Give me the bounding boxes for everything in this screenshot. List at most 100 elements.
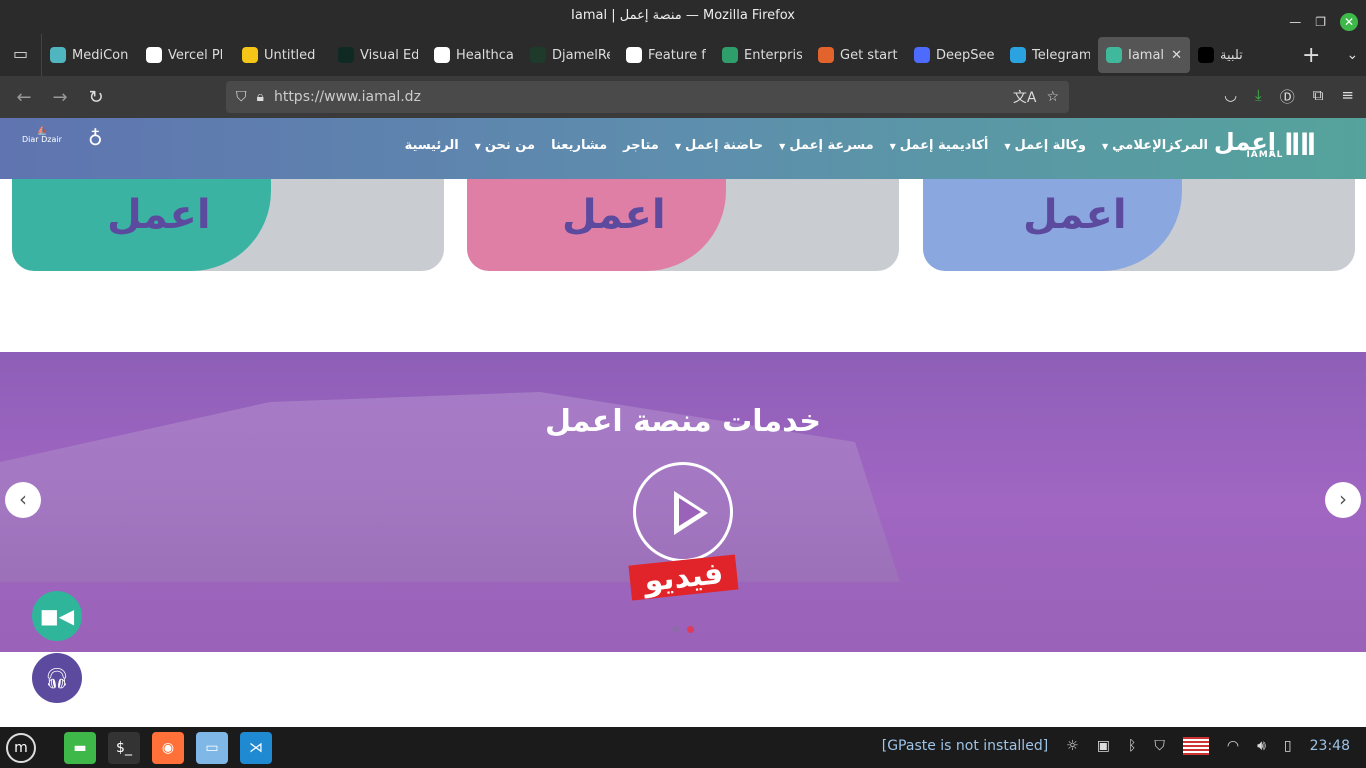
bluetooth-icon[interactable]: ᛒ	[1128, 738, 1136, 754]
caret-down-icon: ▼	[1101, 142, 1109, 151]
tab-label: Get start	[840, 47, 898, 63]
translate-icon[interactable]: 文A	[1013, 87, 1037, 107]
menu-item[interactable]: وكالة إعمل▼	[1004, 138, 1086, 153]
tab-favicon-icon	[50, 47, 66, 63]
iamal-logo[interactable]: إعمل ǁǁ IAMAL	[1214, 128, 1316, 160]
tab-label: Enterpris	[744, 47, 802, 63]
slider-prev-button[interactable]: ‹	[5, 482, 41, 518]
diar-dzair-logo: ⛵ Diar Dzair	[22, 126, 62, 144]
files-icon[interactable]: ▬	[64, 731, 96, 764]
play-video-button[interactable]	[633, 462, 733, 562]
url-bar[interactable]: ⛉ 🔒︎ https://www.iamal.dz 文A ☆	[226, 81, 1069, 113]
menu-item[interactable]: أكاديمية إعمل▼	[890, 138, 989, 153]
nav-bar: ← → ↻ ⛉ 🔒︎ https://www.iamal.dz 文A ☆ ◡ ⤓…	[0, 76, 1366, 118]
firefox-icon[interactable]: ◉	[152, 731, 184, 764]
caret-down-icon: ▼	[889, 142, 896, 151]
tab-favicon-icon	[146, 47, 162, 63]
terminal-icon[interactable]: $_	[108, 731, 140, 764]
download-icon[interactable]: ⤓	[1255, 86, 1262, 107]
browser-tab[interactable]: MediCon	[42, 37, 138, 73]
menu-icon[interactable]: ≡	[1341, 86, 1354, 107]
tab-label: DjamelRe	[552, 47, 610, 63]
sleep-inhibit-icon[interactable]: ▣	[1097, 738, 1110, 754]
menu-item-label: المركزالإعلامي	[1112, 138, 1208, 153]
close-button[interactable]: ✕	[1340, 13, 1358, 31]
tab-label: Vercel Pl	[168, 47, 224, 63]
volume-icon[interactable]: 🔊︎	[1257, 738, 1266, 754]
tab-close-icon[interactable]: ✕	[1171, 48, 1182, 63]
menu-item-label: حاضنة إعمل	[684, 138, 764, 153]
browser-tab[interactable]: Iamal | ✕	[1098, 37, 1190, 73]
tab-label: Healthca	[456, 47, 514, 63]
menu-item[interactable]: حاضنة إعمل▼	[675, 138, 763, 153]
browser-tab[interactable]: Feature f	[618, 37, 714, 73]
tab-label: Visual Ed	[360, 47, 418, 63]
tab-favicon-icon	[914, 47, 930, 63]
tab-label: تلبية	[1220, 47, 1243, 63]
browser-tab[interactable]: DjamelRe	[522, 37, 618, 73]
support-headset-button[interactable]: 🎧︎	[32, 653, 82, 703]
account-avatar[interactable]: Ⓓ	[1280, 86, 1295, 107]
browser-tab[interactable]: Enterpris	[714, 37, 810, 73]
browser-tab[interactable]: DeepSee	[906, 37, 1002, 73]
menu-item-label: مشاريعنا	[551, 138, 608, 153]
tab-label: Telegram	[1032, 47, 1090, 63]
new-tab-button[interactable]: +	[1302, 43, 1320, 68]
brightness-icon[interactable]: ☼	[1066, 738, 1079, 754]
browser-tab[interactable]: تلبية	[1190, 37, 1286, 73]
reload-button[interactable]: ↻	[78, 87, 114, 108]
slider-dot-active[interactable]	[687, 626, 694, 633]
video-call-button[interactable]: ■◀	[32, 591, 82, 641]
tab-bar: ▭ MediCon Vercel Pl Untitled Visual Ed Healt…	[0, 34, 1366, 76]
menu-item[interactable]: مشاريعنا	[551, 138, 607, 153]
menu-item-label: متاجر	[623, 138, 659, 153]
forward-button[interactable]: →	[42, 87, 78, 108]
shield-icon[interactable]: ⛉	[236, 89, 247, 105]
wifi-icon[interactable]: ◠	[1227, 738, 1239, 754]
tab-favicon-icon	[434, 47, 450, 63]
tab-list-icon[interactable]: ▭	[0, 34, 42, 76]
browser-tab[interactable]: Get start	[810, 37, 906, 73]
list-all-tabs-button[interactable]: ⌄	[1346, 47, 1358, 63]
mint-menu-icon[interactable]: m	[6, 732, 36, 763]
caret-down-icon: ▼	[1004, 142, 1011, 151]
browser-tab[interactable]: Vercel Pl	[138, 37, 234, 73]
battery-icon[interactable]: ▯	[1284, 738, 1292, 754]
menu-item[interactable]: الرئيسية	[405, 138, 459, 153]
tab-favicon-icon	[626, 47, 642, 63]
extensions-icon[interactable]: ⧉	[1313, 86, 1324, 107]
hero-slider: خدمات منصة اعمل فيديو ‹ ›	[0, 352, 1366, 652]
browser-tab[interactable]: Healthca	[426, 37, 522, 73]
caret-down-icon: ▼	[474, 142, 481, 151]
browser-tab[interactable]: Visual Ed	[330, 37, 426, 73]
us-flag-keyboard-icon[interactable]	[1182, 737, 1209, 755]
menu-item[interactable]: من نحن▼	[475, 138, 535, 153]
partner-logo: ♁	[88, 126, 103, 150]
caret-down-icon: ▼	[674, 142, 681, 151]
menu-item[interactable]: مسرعة إعمل▼	[779, 138, 873, 153]
menu-item[interactable]: المركزالإعلامي▼	[1102, 138, 1208, 153]
tab-label: Iamal |	[1128, 47, 1165, 63]
tab-label: Untitled	[264, 47, 316, 63]
window-titlebar: Iamal | منصة إعمل — Mozilla Firefox — ❐ ✕	[0, 0, 1366, 34]
shield-icon[interactable]: ⛉	[1154, 738, 1165, 754]
gpaste-status[interactable]: [GPaste is not installed]	[882, 738, 1048, 754]
menu-item[interactable]: متاجر	[623, 138, 659, 153]
taskbar: m ▬ $_ ◉ ▭ ⋊ [GPaste is not installed] ☼…	[0, 727, 1366, 768]
pocket-icon[interactable]: ◡	[1224, 86, 1237, 107]
bookmark-star-icon[interactable]: ☆	[1046, 89, 1059, 105]
vscode-icon[interactable]: ⋊	[240, 731, 272, 764]
url-input[interactable]: https://www.iamal.dz	[274, 89, 1003, 105]
browser-tab[interactable]: Untitled	[234, 37, 330, 73]
lock-icon[interactable]: 🔒︎	[257, 89, 264, 105]
slider-next-button[interactable]: ›	[1325, 482, 1361, 518]
clock[interactable]: 23:48	[1310, 738, 1350, 754]
card-text: اعمل	[107, 192, 211, 238]
back-button[interactable]: ←	[6, 87, 42, 108]
drive-icon[interactable]: ▭	[196, 731, 228, 764]
site-header: ⛵ Diar Dzair ♁ الرئيسية من نحن▼ مشاريعنا متا…	[0, 118, 1366, 179]
browser-tab[interactable]: Telegram	[1002, 37, 1098, 73]
hero-title: خدمات منصة اعمل	[544, 404, 822, 439]
window-title: Iamal | منصة إعمل — Mozilla Firefox	[571, 8, 795, 23]
slider-dot[interactable]	[672, 626, 679, 633]
